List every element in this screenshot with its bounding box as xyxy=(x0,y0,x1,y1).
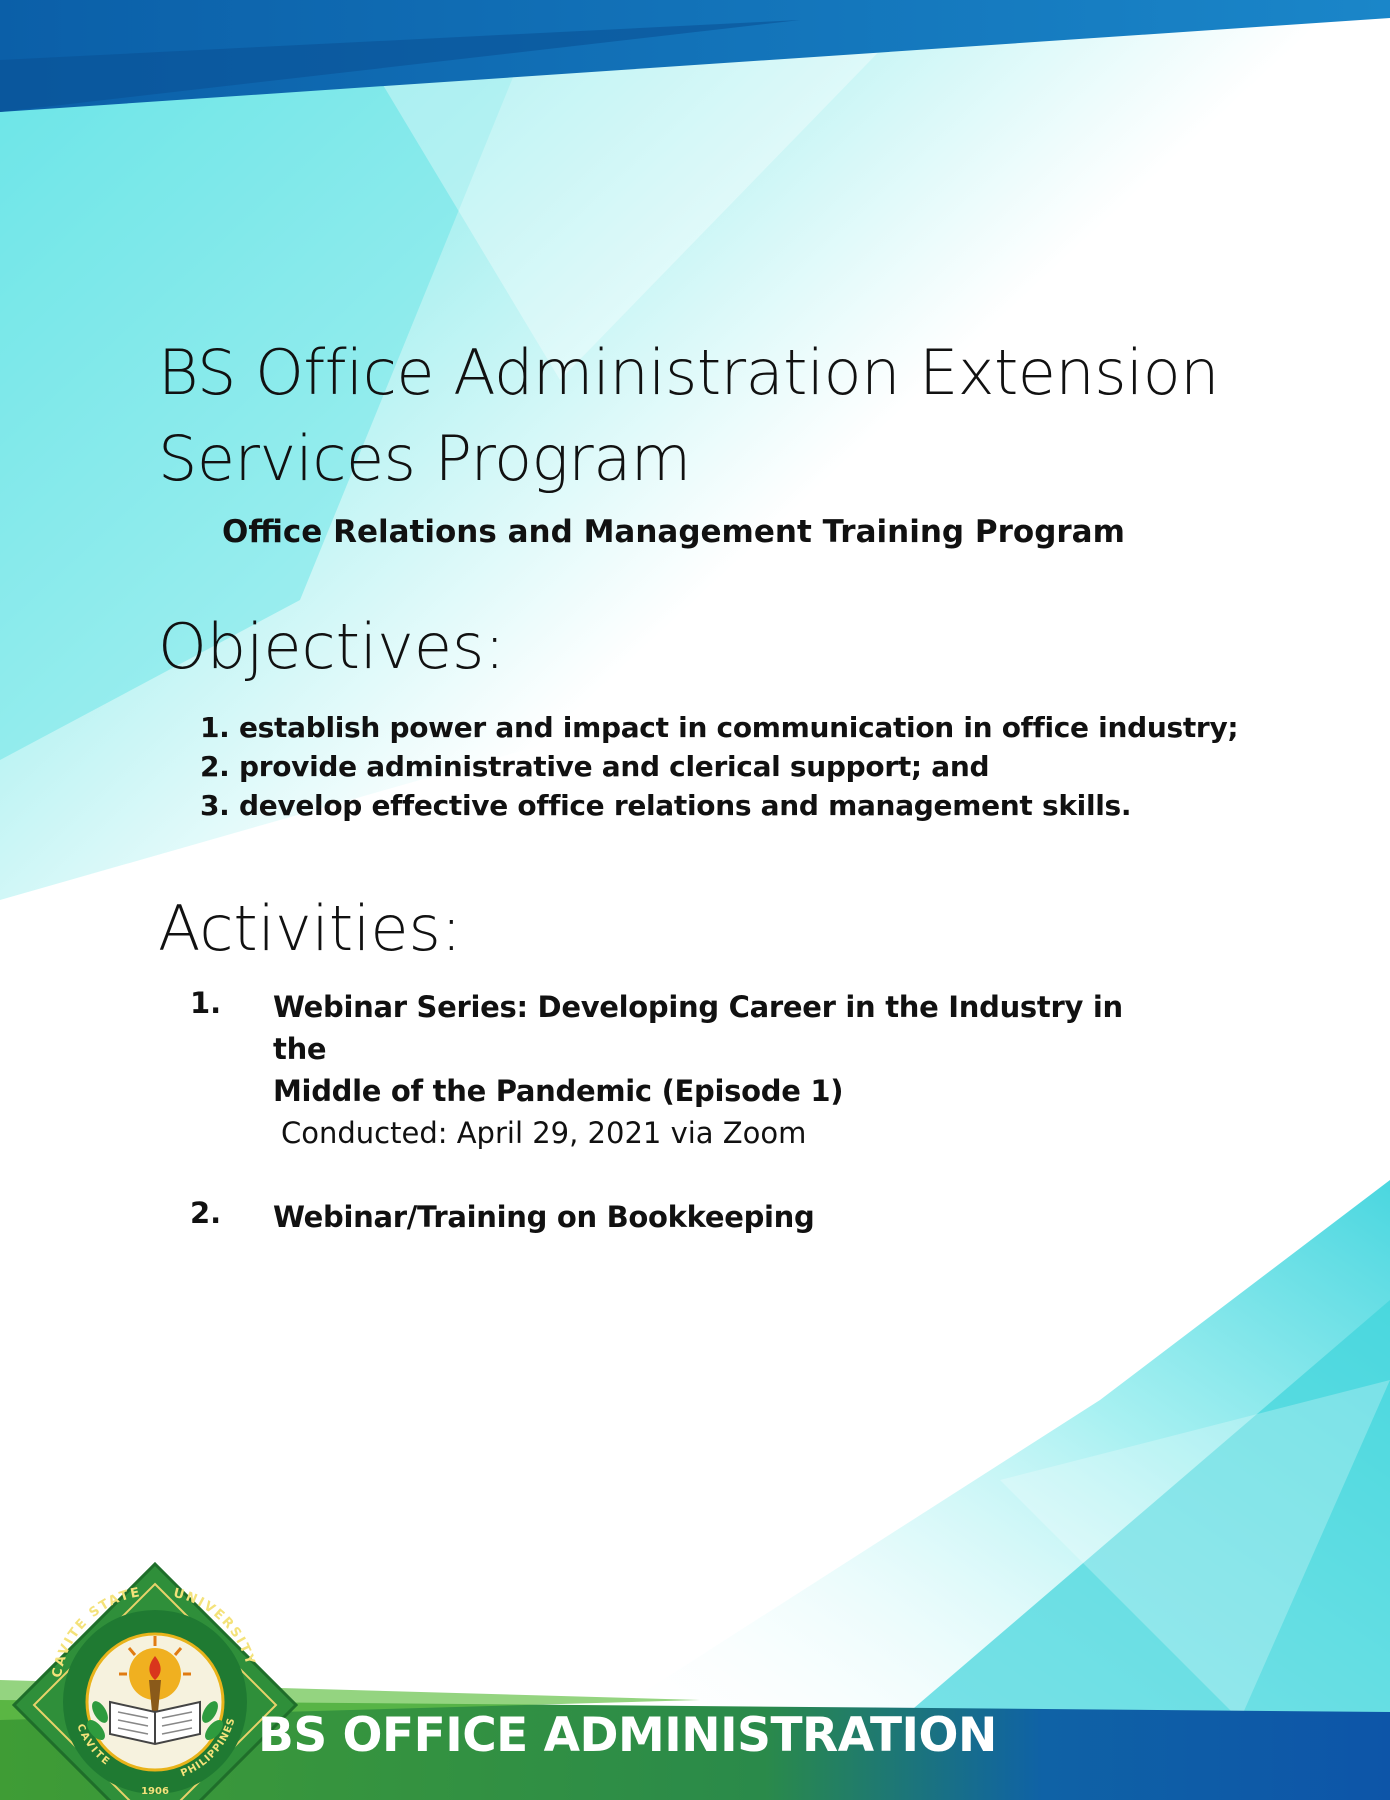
footer-program-label: BS OFFICE ADMINISTRATION xyxy=(258,1708,997,1763)
activity-number: 1. xyxy=(190,986,222,1020)
activity-title-continued: Middle of the Pandemic (Episode 1) xyxy=(273,1074,844,1108)
activities-heading: Activities: xyxy=(158,892,462,965)
objectives-list: 1. establish power and impact in communi… xyxy=(200,708,1360,825)
seal-year: 1906 xyxy=(141,1786,169,1797)
objective-item: 3. develop effective office relations an… xyxy=(200,789,1132,822)
objective-item: 1. establish power and impact in communi… xyxy=(200,711,1239,744)
university-seal-logo: CAVITE STATE UNIVERSITY CAVITE PHILIPPIN… xyxy=(12,1562,298,1800)
objective-item: 2. provide administrative and clerical s… xyxy=(200,750,990,783)
activity-conducted: Conducted: April 29, 2021 via Zoom xyxy=(281,1116,807,1150)
page-title: BS Office Administration Extension Servi… xyxy=(158,336,1219,495)
activity-title: Webinar Series: Developing Career in the… xyxy=(273,990,1123,1066)
activity-title: Webinar/Training on Bookkeeping xyxy=(273,1200,815,1234)
objectives-heading: Objectives: xyxy=(158,610,506,683)
activity-number: 2. xyxy=(190,1196,222,1230)
program-subtitle: Office Relations and Management Training… xyxy=(222,514,1125,550)
